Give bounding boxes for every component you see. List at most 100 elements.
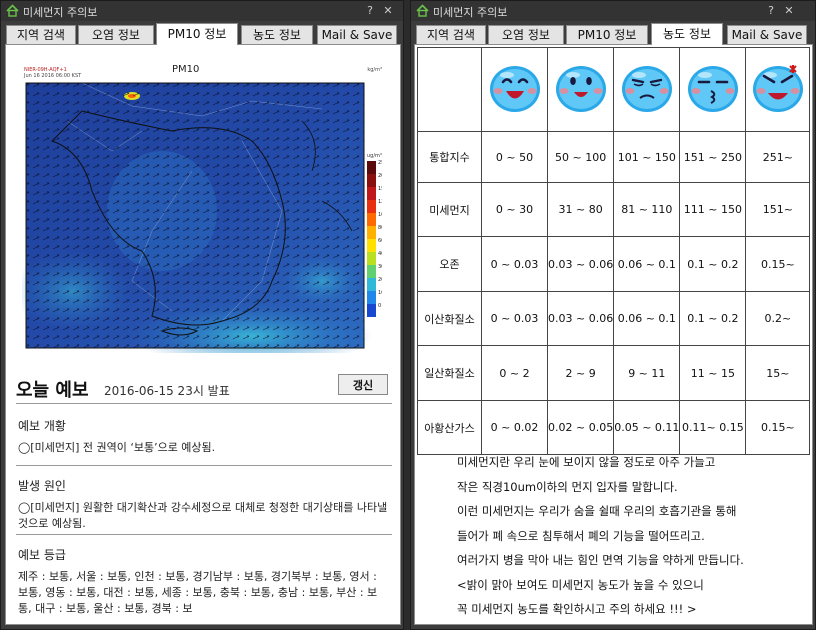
scale-label: 200	[378, 173, 382, 179]
info-line: 작은 직경10um이하의 먼지 입자를 말합니다.	[457, 479, 678, 494]
scale-swatch	[367, 174, 376, 187]
tab-region-search[interactable]: 지역 검색	[416, 25, 486, 45]
range-cell: 151 ~ 250	[679, 131, 747, 183]
face-row	[417, 47, 811, 132]
tab-region-search[interactable]: 지역 검색	[6, 25, 76, 45]
face-cell	[481, 47, 548, 132]
overview-text: ◯[미세먼지] 전 권역이 ‘보통’으로 예상됨.	[18, 441, 216, 454]
tab-pollution-info[interactable]: 오염 정보	[488, 25, 564, 45]
range-cell: 50 ~ 100	[546, 131, 615, 183]
range-cell: 0.15~	[745, 236, 811, 292]
info-line: 이런 미세먼지는 우리가 숨을 쉴때 우리의 호흡기관을 통해	[457, 504, 737, 518]
title-bar[interactable]: 미세먼지 주의보 ? ✕	[411, 1, 815, 21]
scale-swatch	[367, 291, 376, 304]
worried-face-icon	[621, 66, 672, 112]
divider	[16, 403, 392, 404]
refresh-button[interactable]: 갱신	[338, 374, 388, 395]
range-cell: 0.15~	[745, 400, 811, 455]
color-scale-legend: ug/m³2502001501201008060403020100	[367, 153, 382, 317]
scale-swatch	[367, 161, 376, 174]
title-bar[interactable]: 미세먼지 주의보 ? ✕	[1, 1, 403, 21]
scale-label: 0	[378, 303, 381, 309]
map-datetime: Jun 16 2016 06:00 KST	[24, 73, 82, 79]
table-row: 미세먼지 0 ~ 30 31 ~ 80 81 ~ 110 111 ~ 150 151~	[417, 182, 811, 237]
range-cell: 31 ~ 80	[546, 182, 615, 237]
scale-label: 100	[378, 212, 382, 218]
row-label: 미세먼지	[417, 182, 482, 237]
range-cell: 0.2~	[745, 291, 811, 346]
grade-table: 통합지수 0 ~ 50 50 ~ 100 101 ~ 150 151 ~ 250 251~…	[417, 47, 811, 455]
table-row: 오존 0 ~ 0.03 0.03 ~ 0.06 0.06 ~ 0.1 0.1 ~ 0.2…	[417, 236, 811, 292]
range-cell: 11 ~ 15	[679, 345, 747, 401]
scale-swatch	[367, 187, 376, 200]
scale-swatch	[367, 200, 376, 213]
range-cell: 81 ~ 110	[613, 182, 681, 237]
corner-cell	[417, 47, 482, 132]
range-cell: 0 ~ 0.03	[481, 236, 548, 292]
tab-mail-save[interactable]: Mail & Save	[727, 25, 807, 45]
scale-swatch	[367, 278, 376, 291]
range-cell: 0.11~ 0.15	[679, 400, 747, 455]
range-cell: 0.06 ~ 0.1	[613, 236, 681, 292]
scale-swatch	[367, 304, 376, 317]
row-label: 일산화질소	[417, 345, 482, 401]
scale-swatch	[367, 252, 376, 265]
tab-pm10-info[interactable]: PM10 정보	[156, 23, 238, 45]
range-cell: 0.1 ~ 0.2	[679, 236, 747, 292]
range-cell: 0.05 ~ 0.11	[613, 400, 681, 455]
range-cell: 0.06 ~ 0.1	[613, 291, 681, 346]
row-label: 이산화질소	[417, 291, 482, 346]
face-cell	[745, 47, 811, 132]
pm10-panel: NIER-09H-AQF+1 Jun 16 2016 06:00 KST PM1…	[5, 44, 401, 625]
row-label: 오존	[417, 236, 482, 292]
window-title: 미세먼지 주의보	[433, 6, 508, 19]
grade-title: 예보 등급	[18, 548, 66, 562]
range-cell: 111 ~ 150	[679, 182, 747, 237]
range-cell: 0 ~ 30	[481, 182, 548, 237]
app-home-icon	[416, 4, 429, 17]
forecast-header: 오늘 예보 2016-06-15 23시 발표 갱신	[16, 373, 392, 403]
scale-unit: ug/m³	[367, 153, 382, 159]
map-header: NIER-09H-AQF+1 Jun 16 2016 06:00 KST PM1…	[22, 63, 382, 81]
cause-title: 발생 원인	[18, 479, 66, 493]
range-cell: 0 ~ 50	[481, 131, 548, 183]
close-button[interactable]: ✕	[380, 3, 396, 19]
divider	[16, 534, 392, 535]
angry-face-icon	[752, 65, 803, 112]
info-line: 들어가 폐 속으로 침투해서 폐의 기능을 떨어뜨리고.	[457, 528, 705, 543]
range-cell: 0.03 ~ 0.06	[546, 291, 615, 346]
scale-swatch	[367, 265, 376, 278]
scale-label: 20	[378, 277, 382, 283]
range-cell: 151~	[745, 182, 811, 237]
tab-mail-save[interactable]: Mail & Save	[317, 25, 397, 45]
table-row: 이산화질소 0 ~ 0.03 0.03 ~ 0.06 0.06 ~ 0.1 0.1 ~ …	[417, 291, 811, 346]
map-unit: kg/m³	[367, 67, 382, 73]
grade-text: 제주 : 보통, 서울 : 보통, 인천 : 보통, 경기남부 : 보통, 경기…	[18, 570, 378, 615]
face-cell	[546, 47, 615, 132]
app-home-icon	[6, 4, 19, 17]
info-line: 꼭 미세먼지 농도를 확인하시고 주의 하세요 !!! >	[457, 602, 697, 616]
close-button[interactable]: ✕	[781, 3, 797, 19]
tab-pm10-info[interactable]: PM10 정보	[566, 25, 648, 45]
very-happy-face-icon	[489, 66, 540, 112]
tab-concentration-info[interactable]: 농도 정보	[651, 23, 723, 45]
range-cell: 0.02 ~ 0.05	[546, 400, 615, 455]
info-line: 미세먼지란 우리 눈에 보이지 않을 정도로 아주 가늘고	[457, 455, 716, 469]
concentration-map: ug/m³2502001501201008060403020100	[22, 82, 382, 353]
concentration-window: 미세먼지 주의보 ? ✕ 지역 검색 오염 정보 PM10 정보 농도 정보 M…	[410, 0, 816, 630]
tab-pollution-info[interactable]: 오염 정보	[78, 25, 154, 45]
tab-concentration-info[interactable]: 농도 정보	[241, 25, 313, 45]
forecast-date: 2016-06-15 23시 발표	[104, 384, 230, 398]
map-title: PM10	[172, 64, 200, 75]
pm10-window: 미세먼지 주의보 ? ✕ 지역 검색 오염 정보 PM10 정보 농도 정보 M…	[0, 0, 404, 630]
help-button[interactable]: ?	[362, 3, 378, 19]
happy-face-icon	[555, 66, 606, 112]
range-cell: 101 ~ 150	[613, 131, 681, 183]
annoyed-face-icon	[687, 66, 738, 112]
range-cell: 0.03 ~ 0.06	[546, 236, 615, 292]
pm-description: 미세먼지란 우리 눈에 보이지 않을 정도로 아주 가늘고 작은 직경10um이…	[457, 450, 797, 622]
overview-title: 예보 개황	[18, 419, 66, 433]
range-cell: 0 ~ 0.02	[481, 400, 548, 455]
concentration-panel: 통합지수 0 ~ 50 50 ~ 100 101 ~ 150 151 ~ 250 251~…	[414, 44, 813, 625]
help-button[interactable]: ?	[763, 3, 779, 19]
